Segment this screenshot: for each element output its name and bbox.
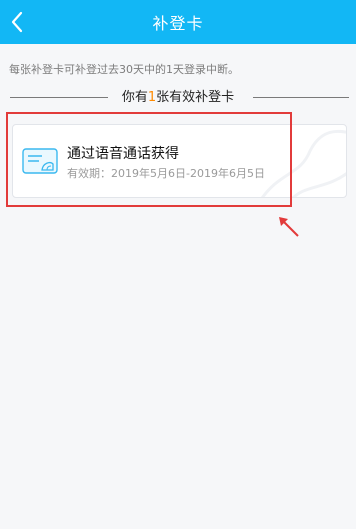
annotation-highlight-box — [6, 112, 292, 207]
card-count-text: 你有1张有效补登卡 — [0, 86, 356, 105]
annotation-arrow-icon — [279, 217, 299, 237]
count-prefix: 你有 — [121, 90, 148, 105]
back-button[interactable] — [6, 7, 28, 37]
chevron-left-icon — [11, 11, 23, 33]
page-title: 补登卡 — [152, 14, 204, 33]
count-suffix: 张有效补登卡 — [156, 90, 235, 105]
card-count: 1 — [147, 90, 157, 105]
info-tip: 每张补登卡可补登过去30天中的1天登录中断。 — [9, 63, 239, 76]
header-bar: 补登卡 — [0, 0, 356, 44]
card-count-divider: 你有1张有效补登卡 — [0, 86, 356, 106]
